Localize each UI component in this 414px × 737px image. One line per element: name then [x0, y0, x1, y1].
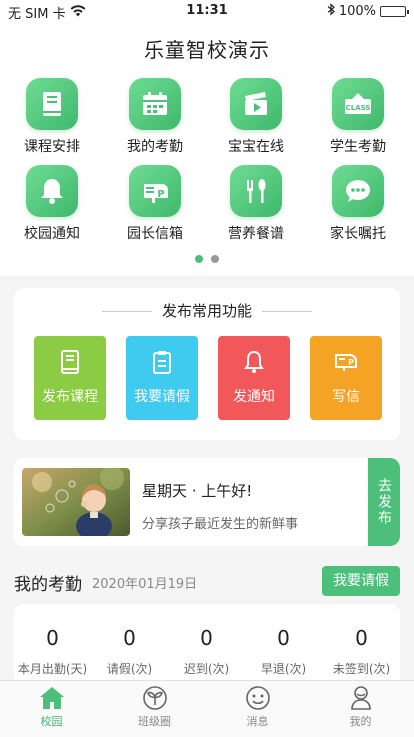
stat-label: 未签到(次) — [332, 662, 391, 676]
grid-label: 家长嘱托 — [330, 226, 386, 242]
share-moment-card[interactable]: 星期天 · 上午好! 分享孩子最近发生的新鲜事 去发布 — [14, 458, 400, 546]
grid-item-course-schedule[interactable]: 课程安排 — [7, 78, 97, 156]
share-subtitle: 分享孩子最近发生的新鲜事 — [142, 517, 299, 532]
tile-label: 写信 — [332, 389, 360, 405]
request-leave-tile-button[interactable]: 我要请假 — [126, 336, 198, 420]
bottom-tab-bar: 校园 班级圈 消息 我的 — [0, 680, 414, 737]
book-icon — [26, 78, 78, 130]
stat-not-signed[interactable]: 0 未签到(次) — [323, 626, 400, 677]
stat-value: 0 — [200, 626, 213, 650]
status-bar: 无 SIM 卡 11:31 100% — [0, 0, 414, 22]
grid-label: 营养餐谱 — [228, 226, 284, 242]
clipboard-icon — [126, 350, 198, 374]
tab-mine[interactable]: 我的 — [309, 685, 412, 729]
stat-monthly-attendance[interactable]: 0 本月出勤(天) — [14, 626, 91, 677]
tab-label: 班级圈 — [138, 715, 171, 728]
profile-icon — [309, 685, 412, 711]
stat-label: 请假(次) — [106, 662, 153, 676]
stat-label: 本月出勤(天) — [17, 662, 88, 676]
stat-label: 迟到(次) — [183, 662, 230, 676]
grid-item-principal-mailbox[interactable]: P 园长信箱 — [110, 165, 200, 243]
grid-item-baby-online[interactable]: 宝宝在线 — [211, 78, 301, 156]
page-dot-2[interactable] — [211, 255, 219, 263]
bell-icon — [26, 165, 78, 217]
cutlery-icon — [230, 165, 282, 217]
page-indicator[interactable] — [0, 255, 414, 263]
grid-label: 我的考勤 — [127, 139, 183, 155]
request-leave-button[interactable]: 我要请假 — [322, 566, 400, 596]
tile-label: 我要请假 — [134, 389, 190, 405]
grid-label: 课程安排 — [24, 139, 80, 155]
class-board-icon: CLASS — [332, 78, 384, 130]
go-publish-button[interactable]: 去发布 — [368, 458, 400, 546]
page-title: 乐童智校演示 — [144, 38, 270, 62]
stat-late[interactable]: 0 迟到(次) — [168, 626, 245, 677]
stat-value: 0 — [277, 626, 290, 650]
bell-icon — [218, 350, 290, 374]
video-icon — [230, 78, 282, 130]
status-right: 100% — [327, 3, 409, 20]
greeting-text: 星期天 · 上午好! — [142, 482, 253, 500]
sprout-icon — [103, 685, 206, 711]
tile-label: 发布课程 — [42, 389, 98, 405]
grid-item-nutrition-menu[interactable]: 营养餐谱 — [211, 165, 301, 243]
chat-bubble-icon — [332, 165, 384, 217]
grid-label: 宝宝在线 — [228, 139, 284, 155]
tab-label: 我的 — [349, 715, 372, 728]
page-dot-1[interactable] — [195, 255, 203, 263]
attendance-header: 我的考勤 2020年01月19日 我要请假 — [14, 566, 400, 596]
stat-early-leave[interactable]: 0 早退(次) — [245, 626, 322, 677]
book-icon — [34, 350, 106, 374]
child-photo — [22, 468, 130, 536]
attendance-stats-card: 0 本月出勤(天) 0 请假(次) 0 迟到(次) 0 早退(次) 0 未签到(… — [14, 604, 400, 686]
publish-course-button[interactable]: 发布课程 — [34, 336, 106, 420]
grid-item-student-attendance[interactable]: CLASS 学生考勤 — [313, 78, 403, 156]
tile-label: 发通知 — [233, 389, 275, 405]
publish-functions-card: 发布常用功能 发布课程 我要请假 发通知 P 写信 — [14, 288, 400, 440]
grid-label: 园长信箱 — [127, 226, 183, 242]
stat-value: 0 — [46, 626, 59, 650]
write-letter-button[interactable]: P 写信 — [310, 336, 382, 420]
battery-percent: 100% — [338, 4, 376, 19]
svg-text:P: P — [348, 358, 354, 367]
send-notice-button[interactable]: 发通知 — [218, 336, 290, 420]
tab-campus[interactable]: 校园 — [0, 685, 103, 729]
battery-icon — [380, 6, 409, 17]
tab-label: 消息 — [246, 715, 269, 728]
stat-label: 早退(次) — [260, 662, 307, 676]
tab-messages[interactable]: 消息 — [206, 685, 309, 729]
grid-label: 学生考勤 — [330, 139, 386, 155]
publish-title: 发布常用功能 — [14, 300, 400, 321]
stat-leave[interactable]: 0 请假(次) — [91, 626, 168, 677]
tab-class-circle[interactable]: 班级圈 — [103, 685, 206, 729]
smiley-icon — [206, 685, 309, 711]
grid-item-parent-request[interactable]: 家长嘱托 — [313, 165, 403, 243]
svg-text:P: P — [157, 189, 164, 200]
stat-value: 0 — [123, 626, 136, 650]
publish-title-text: 发布常用功能 — [161, 302, 252, 320]
calendar-icon — [129, 78, 181, 130]
divider — [101, 311, 152, 312]
grid-item-campus-notice[interactable]: 校园通知 — [7, 165, 97, 243]
attendance-title: 我的考勤 — [14, 575, 82, 595]
top-section: 乐童智校演示 课程安排 我的考勤 宝宝在线 CLASS 学生考勤 校园通知 P … — [0, 22, 414, 276]
home-icon — [0, 685, 103, 711]
grid-item-my-attendance[interactable]: 我的考勤 — [110, 78, 200, 156]
grid-label: 校园通知 — [24, 226, 80, 242]
svg-text:CLASS: CLASS — [346, 104, 371, 112]
tab-label: 校园 — [40, 715, 63, 728]
attendance-date: 2020年01月19日 — [92, 577, 198, 592]
mailbox-icon: P — [310, 350, 382, 374]
bluetooth-icon — [327, 3, 335, 20]
divider — [262, 311, 312, 312]
stat-value: 0 — [355, 626, 368, 650]
mailbox-icon: P — [129, 165, 181, 217]
